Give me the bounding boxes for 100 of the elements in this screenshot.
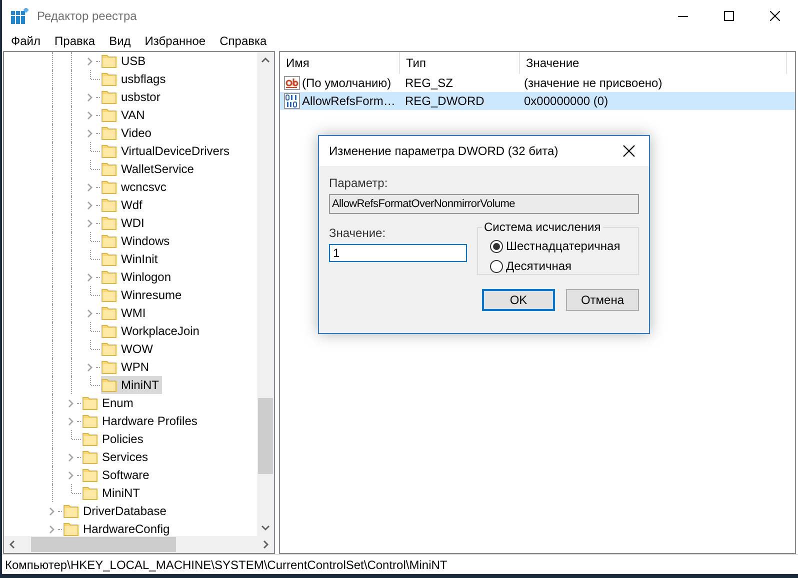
field-label: Значение: bbox=[329, 226, 387, 240]
folder-icon bbox=[101, 215, 117, 231]
scroll-left-icon[interactable] bbox=[9, 540, 15, 549]
tree-item[interactable]: WorkplaceJoin bbox=[101, 322, 202, 340]
tree-item-label: WMI bbox=[121, 306, 146, 320]
folder-icon bbox=[101, 305, 117, 321]
column-header[interactable]: Имя bbox=[280, 52, 400, 74]
tree-item[interactable]: wcncsvc bbox=[101, 178, 170, 196]
maximize-icon bbox=[724, 11, 734, 21]
scroll-down-icon[interactable] bbox=[261, 525, 270, 531]
tree-item-label: Enum bbox=[102, 396, 134, 410]
tree-item-label: WDI bbox=[121, 216, 144, 230]
tree-item[interactable]: Policies bbox=[82, 430, 146, 448]
menu-item[interactable]: Избранное bbox=[138, 34, 212, 48]
name-field[interactable]: AllowRefsFormatOverNonmirrorVolume bbox=[329, 194, 639, 214]
folder-icon bbox=[101, 161, 117, 177]
folder-icon bbox=[82, 485, 98, 501]
tree-item[interactable]: Enum bbox=[82, 394, 136, 412]
close-icon bbox=[770, 11, 780, 21]
folder-icon bbox=[63, 503, 79, 519]
menu-item[interactable]: Файл bbox=[5, 34, 47, 48]
dialog-button[interactable]: OK bbox=[482, 289, 555, 311]
tree-item-label: Video bbox=[121, 126, 152, 140]
folder-icon bbox=[101, 377, 117, 393]
radio-button[interactable] bbox=[490, 240, 503, 252]
chevron-icon[interactable] bbox=[87, 56, 93, 66]
tree-item[interactable]: USB bbox=[101, 52, 149, 70]
tree-item[interactable]: Hardware Profiles bbox=[82, 412, 200, 430]
menu-item[interactable]: Вид bbox=[103, 34, 137, 48]
tree-item-label: VAN bbox=[121, 108, 145, 122]
folder-icon bbox=[101, 53, 117, 69]
table-cell-text: REG_SZ bbox=[404, 75, 454, 92]
string-value-icon bbox=[284, 75, 300, 91]
tree-item[interactable]: HardwareConfig bbox=[63, 520, 173, 536]
tree-item[interactable]: WalletService bbox=[101, 160, 197, 178]
tree-item[interactable]: Services bbox=[82, 448, 152, 466]
value-field[interactable]: 1 bbox=[329, 244, 467, 262]
column-header[interactable]: Тип bbox=[400, 52, 520, 74]
folder-icon bbox=[101, 287, 117, 303]
table-row[interactable]: AllowRefsForm… REG_DWORD 0x00000000 (0) bbox=[280, 92, 795, 110]
column-header[interactable]: Значение bbox=[520, 52, 787, 74]
folder-icon bbox=[82, 467, 98, 483]
folder-icon bbox=[101, 197, 117, 213]
tree-item[interactable]: Video bbox=[101, 124, 154, 142]
tree-item[interactable]: Winresume bbox=[101, 286, 185, 304]
tree-item-label: Wdf bbox=[121, 198, 142, 212]
tree-item-label: WorkplaceJoin bbox=[121, 324, 200, 338]
field-label: Параметр: bbox=[329, 176, 389, 190]
radio-label: Десятичная bbox=[506, 259, 572, 273]
tree-item-label: WalletService bbox=[121, 162, 194, 176]
folder-icon bbox=[101, 233, 117, 249]
folder-icon bbox=[101, 323, 117, 339]
tree-item-label: MiniNT bbox=[121, 378, 159, 392]
table-row[interactable]: (По умолчанию) REG_SZ (значение не присвоено) bbox=[280, 74, 795, 92]
tree-item[interactable]: Wdf bbox=[101, 196, 146, 214]
window-title: Редактор реестра bbox=[37, 9, 138, 23]
tree-item[interactable]: DriverDatabase bbox=[63, 502, 170, 520]
chevron-icon[interactable] bbox=[87, 272, 93, 282]
folder-icon bbox=[101, 89, 117, 105]
radio-button[interactable] bbox=[490, 260, 503, 272]
dialog-button[interactable]: Отмена bbox=[566, 289, 639, 311]
dialog-title: Изменение параметра DWORD (32 бита) bbox=[329, 144, 560, 158]
menu-item[interactable]: Правка bbox=[48, 34, 102, 48]
tree-item-label: usbstor bbox=[121, 90, 160, 104]
tree-item[interactable]: WPN bbox=[101, 358, 152, 376]
tree-item[interactable]: WOW bbox=[101, 340, 156, 358]
tree-item-label: MiniNT bbox=[102, 486, 140, 500]
folder-icon bbox=[101, 341, 117, 357]
radio-label: Шестнадцатеричная bbox=[506, 239, 620, 253]
folder-icon bbox=[101, 251, 117, 267]
binary-value-icon bbox=[284, 93, 300, 109]
folder-icon bbox=[63, 521, 79, 536]
scroll-right-icon[interactable] bbox=[263, 540, 269, 549]
menu-item[interactable]: Справка bbox=[214, 34, 273, 48]
tree-item[interactable]: WMI bbox=[101, 304, 149, 322]
tree-item[interactable]: MiniNT bbox=[101, 376, 162, 394]
tree-item-label: Hardware Profiles bbox=[102, 414, 198, 428]
scroll-thumb[interactable] bbox=[258, 398, 273, 474]
tree-item[interactable]: WinInit bbox=[101, 250, 161, 268]
chevron-icon[interactable] bbox=[87, 362, 93, 372]
tree-item[interactable]: VirtualDeviceDrivers bbox=[101, 142, 232, 160]
tree-item-label: HardwareConfig bbox=[83, 522, 170, 536]
tree-item[interactable]: Windows bbox=[101, 232, 173, 250]
tree-item[interactable]: Software bbox=[82, 466, 152, 484]
vertical-scrollbar[interactable] bbox=[257, 52, 274, 536]
tree-item[interactable]: VAN bbox=[101, 106, 148, 124]
tree-item[interactable]: WDI bbox=[101, 214, 148, 232]
folder-icon bbox=[101, 71, 117, 87]
chevron-icon[interactable] bbox=[87, 308, 93, 318]
horizontal-scrollbar[interactable] bbox=[4, 536, 274, 553]
tree-item[interactable]: MiniNT bbox=[82, 484, 143, 502]
tree-item[interactable]: Winlogon bbox=[101, 268, 174, 286]
tree-item[interactable]: usbstor bbox=[101, 88, 164, 106]
table-cell: (По умолчанию) bbox=[302, 76, 392, 90]
close-icon bbox=[623, 145, 635, 157]
scroll-thumb[interactable] bbox=[31, 537, 176, 552]
tree-item-label: Winlogon bbox=[121, 270, 172, 284]
folder-icon bbox=[101, 269, 117, 285]
scroll-up-icon[interactable] bbox=[261, 57, 270, 63]
tree-item[interactable]: usbflags bbox=[101, 70, 169, 88]
